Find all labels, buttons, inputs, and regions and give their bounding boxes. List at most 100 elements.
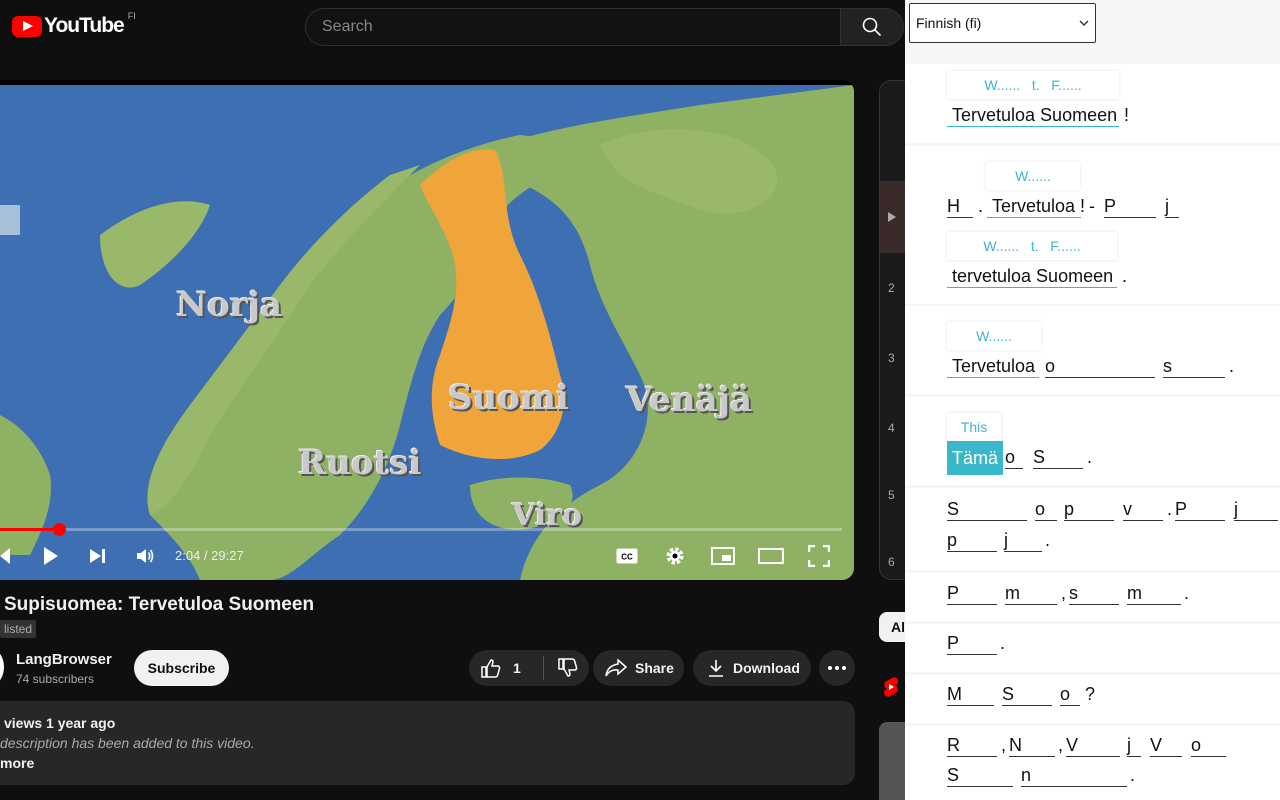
subtitle-line[interactable]: S o p v . P j p j . [905, 488, 1280, 570]
map-label-ruotsi: Ruotsi [298, 443, 422, 483]
word-token[interactable]: S [947, 499, 1027, 521]
word-token[interactable]: m [1005, 583, 1057, 605]
video-player[interactable]: Norja Suomi Venäjä Ruotsi Viro [0, 80, 854, 580]
word-token[interactable]: j [1127, 735, 1141, 757]
word-token[interactable]: Tervetuloa [947, 356, 1039, 378]
theater-mode-button[interactable] [757, 543, 785, 569]
description-box[interactable]: views 1 year ago description has been ad… [0, 701, 855, 785]
punct-token: ! [1124, 105, 1130, 125]
gear-icon [666, 547, 684, 565]
subtitle-line[interactable]: W...... t. F...... Tervetuloa Suomeen ! [905, 64, 1280, 143]
settings-button[interactable] [663, 543, 687, 569]
time-display: 2:04 / 29:27 [175, 548, 244, 563]
fullscreen-icon [808, 545, 830, 567]
punct-token: . [1122, 266, 1128, 286]
word-token[interactable]: o [1035, 499, 1057, 521]
more-icon [828, 666, 846, 670]
word-token[interactable]: H [947, 196, 973, 218]
shorts-icon[interactable] [882, 676, 900, 698]
gloss-hint: W...... t. F...... [947, 71, 1119, 99]
search-input[interactable] [306, 9, 872, 45]
word-token[interactable]: s [1163, 356, 1225, 378]
volume-icon [137, 549, 154, 563]
word-token[interactable]: P [947, 633, 997, 655]
miniplayer-button[interactable] [710, 543, 736, 569]
progress-bar[interactable] [0, 523, 842, 536]
word-token[interactable]: o [1005, 447, 1023, 469]
like-button[interactable]: 1 [469, 658, 543, 678]
gloss-hint: W...... [986, 162, 1080, 190]
word-token[interactable]: M [947, 684, 994, 706]
word-token[interactable]: p [1064, 499, 1114, 521]
word-token[interactable]: o [1045, 356, 1155, 378]
word-token[interactable]: j [1234, 499, 1278, 521]
word-token[interactable]: m [1127, 583, 1181, 605]
download-button[interactable]: Download [693, 650, 811, 686]
subtitle-line[interactable]: W...... H . Tervetuloa ! - P j W...... t… [905, 146, 1280, 304]
word-token[interactable]: s [1069, 583, 1119, 605]
avatar[interactable] [0, 650, 4, 684]
playlist-number: 6 [888, 555, 895, 569]
show-more-link[interactable]: more [0, 755, 34, 771]
subtitle-line[interactable]: M S o ? [905, 675, 1280, 723]
dislike-button[interactable] [544, 658, 578, 678]
punct-token: . [1184, 583, 1190, 603]
word-token[interactable]: P [947, 583, 997, 605]
captions-button[interactable]: CC [615, 543, 639, 569]
search-button[interactable] [840, 8, 904, 46]
word-token[interactable]: V [1150, 735, 1182, 757]
youtube-play-icon [12, 15, 42, 37]
subscribe-button[interactable]: Subscribe [134, 650, 229, 686]
word-token[interactable]: v [1123, 499, 1163, 521]
more-actions-button[interactable] [819, 650, 855, 686]
word-token[interactable]: R [947, 735, 997, 757]
subtitle-line[interactable]: P m , s m . [905, 573, 1280, 621]
map-label-venaja: Venäjä [626, 380, 752, 420]
word-token[interactable]: p [947, 530, 997, 552]
punct-token: . [978, 196, 984, 216]
word-token[interactable]: P [1104, 196, 1156, 218]
word-token[interactable]: tervetuloa Suomeen [947, 266, 1117, 288]
play-button[interactable] [40, 543, 62, 569]
selected-word-token[interactable]: Tämä [947, 441, 1004, 475]
subtitle-line[interactable]: This Tämä o S . [905, 397, 1280, 485]
play-icon [44, 547, 58, 565]
word-token[interactable]: j [1165, 196, 1179, 218]
punct-token: , [1001, 735, 1007, 755]
fullscreen-button[interactable] [807, 543, 831, 569]
word-token[interactable]: o [1060, 684, 1080, 706]
progress-scrubber[interactable] [52, 523, 66, 536]
word-token[interactable]: n [1021, 765, 1127, 787]
language-select-value: Finnish (fi) [916, 15, 982, 31]
punct-token: . [1087, 447, 1093, 467]
share-icon [605, 659, 627, 677]
share-button[interactable]: Share [593, 650, 684, 686]
word-token[interactable]: S [947, 765, 1013, 787]
word-token[interactable]: S [1033, 447, 1083, 469]
subscriber-count: 74 subscribers [16, 672, 95, 686]
word-token[interactable]: j [1004, 530, 1042, 552]
language-select[interactable]: Finnish (fi) [909, 3, 1096, 43]
country-code: FI [127, 11, 136, 21]
subtitle-line[interactable]: P . [905, 624, 1280, 672]
captions-icon: CC [616, 548, 638, 564]
channel-name[interactable]: LangBrowser [16, 651, 112, 668]
like-dislike-group: 1 [469, 650, 589, 686]
word-token[interactable]: N [1009, 735, 1055, 757]
previous-icon[interactable] [0, 543, 10, 569]
word-token[interactable]: V [1066, 735, 1120, 757]
word-token[interactable]: P [1175, 499, 1225, 521]
word-token[interactable]: Tervetuloa [987, 196, 1081, 218]
youtube-logo[interactable]: YouTube FI [12, 11, 136, 38]
download-label: Download [733, 660, 800, 676]
subtitle-line[interactable]: W...... Tervetuloa o s . [905, 306, 1280, 394]
share-label: Share [635, 660, 674, 676]
word-token[interactable]: Tervetuloa Suomeen [947, 105, 1119, 127]
volume-button[interactable] [134, 543, 156, 569]
word-token[interactable]: o [1191, 735, 1226, 757]
next-button[interactable] [88, 543, 108, 569]
thumbs-down-icon [558, 658, 578, 677]
subtitle-line[interactable]: R , N , V j V o S n . [905, 726, 1280, 800]
like-count: 1 [513, 660, 521, 676]
word-token[interactable]: S [1002, 684, 1052, 706]
